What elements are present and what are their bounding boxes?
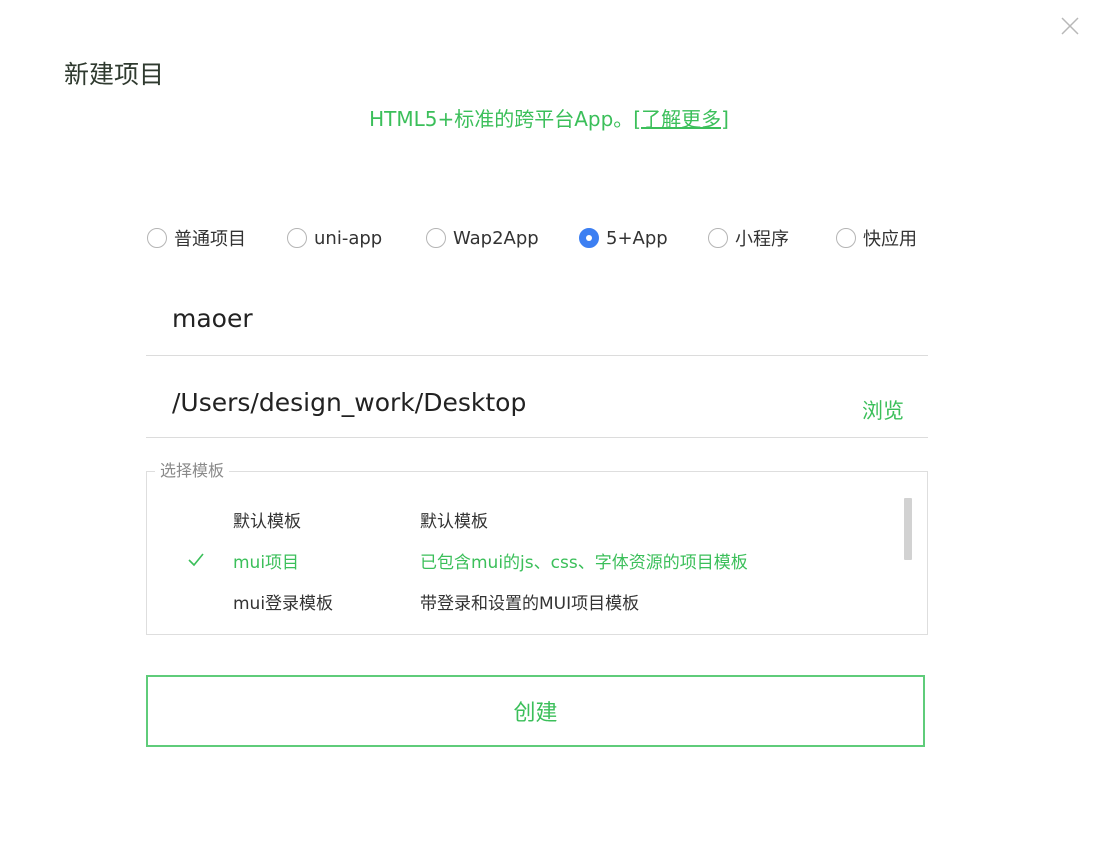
learn-more-link[interactable]: [了解更多] (633, 107, 729, 131)
radio-label: 普通项目 (174, 229, 246, 250)
template-name: mui项目 (233, 553, 300, 573)
browse-button[interactable]: 浏览 (862, 395, 904, 425)
template-row-default[interactable]: 默认模板 默认模板 (147, 500, 897, 538)
radio-circle[interactable] (836, 228, 856, 248)
radio-circle[interactable] (708, 228, 728, 248)
radio-circle-checked[interactable] (579, 228, 599, 248)
project-name-row (146, 290, 928, 356)
project-name-input[interactable] (172, 298, 912, 338)
radio-option-normal-project[interactable]: 普通项目 (147, 222, 246, 254)
dialog-title: 新建项目 (64, 60, 165, 89)
new-project-dialog: 新建项目 HTML5+标准的跨平台App。[了解更多] 普通项目 uni-app… (0, 0, 1098, 855)
radio-option-5plus-app[interactable]: 5+App (579, 222, 668, 254)
dialog-subtitle: HTML5+标准的跨平台App。[了解更多] (0, 104, 1098, 134)
template-description: 默认模板 (420, 512, 488, 532)
radio-label: 快应用 (863, 229, 917, 250)
project-path-input[interactable] (172, 382, 822, 422)
radio-circle[interactable] (147, 228, 167, 248)
radio-label: Wap2App (453, 227, 539, 249)
project-path-row: 浏览 (146, 375, 928, 438)
template-list: 选择模板 默认模板 默认模板 mui项目 已包含mui的js、css、字体资源的… (146, 459, 928, 635)
template-row-mui-project[interactable]: mui项目 已包含mui的js、css、字体资源的项目模板 (147, 541, 897, 579)
subtitle-text: HTML5+标准的跨平台App。 (369, 107, 634, 131)
radio-label: 小程序 (735, 229, 789, 250)
template-row-mui-login[interactable]: mui登录模板 带登录和设置的MUI项目模板 (147, 582, 897, 620)
template-name: 默认模板 (233, 512, 301, 532)
template-description: 带登录和设置的MUI项目模板 (420, 594, 640, 614)
create-button[interactable]: 创建 (146, 675, 925, 747)
radio-option-quick-app[interactable]: 快应用 (836, 222, 917, 254)
close-icon[interactable] (1058, 14, 1082, 38)
radio-label: uni-app (314, 227, 383, 249)
project-type-radio-group: 普通项目 uni-app Wap2App 5+App 小程序 快应用 (0, 222, 1098, 254)
radio-option-uni-app[interactable]: uni-app (287, 222, 382, 254)
template-name: mui登录模板 (233, 594, 334, 614)
checkmark-icon (186, 547, 206, 571)
template-description: 已包含mui的js、css、字体资源的项目模板 (420, 553, 748, 573)
radio-circle[interactable] (287, 228, 307, 248)
template-list-scrollbar[interactable] (904, 498, 912, 560)
radio-circle[interactable] (426, 228, 446, 248)
radio-option-mini-program[interactable]: 小程序 (708, 222, 789, 254)
radio-option-wap2app[interactable]: Wap2App (426, 222, 539, 254)
radio-label: 5+App (606, 227, 668, 249)
template-legend: 选择模板 (155, 459, 230, 483)
